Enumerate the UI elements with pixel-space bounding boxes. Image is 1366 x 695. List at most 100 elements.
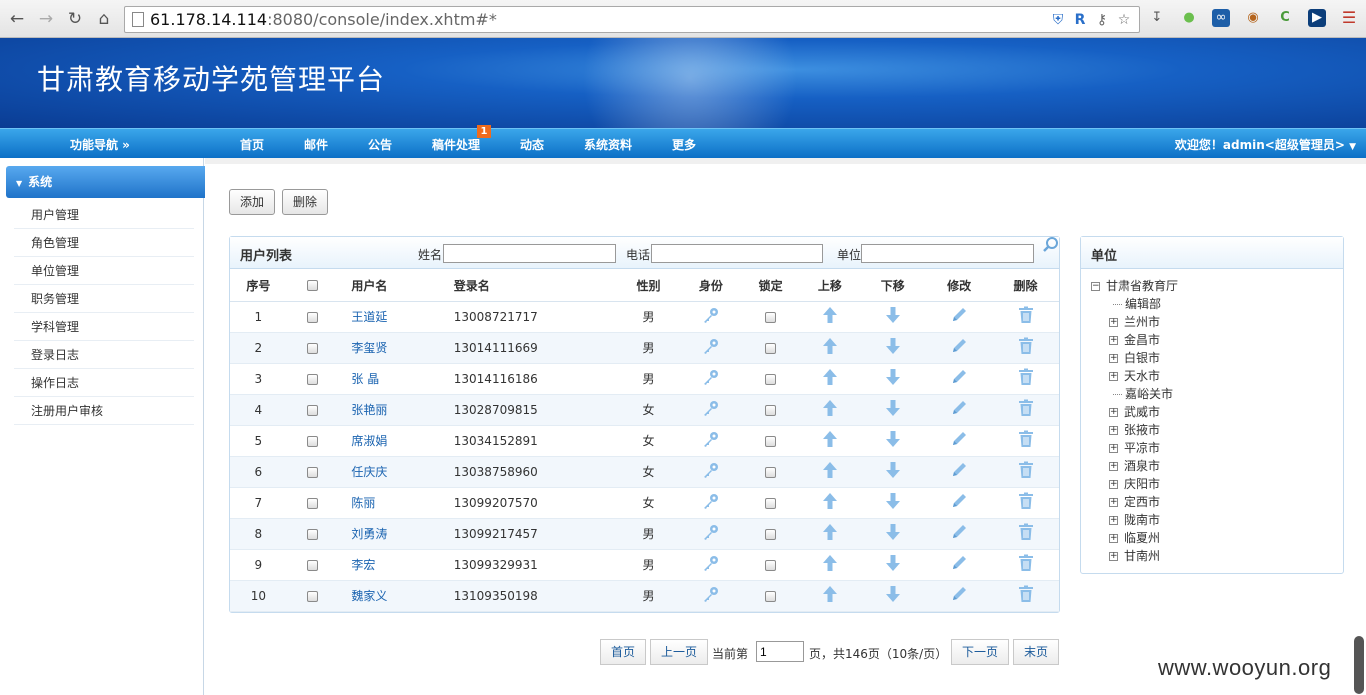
- arrow-up-icon[interactable]: [822, 337, 838, 358]
- lock-checkbox[interactable]: [765, 342, 777, 354]
- sidebar-item-positions[interactable]: 职务管理: [14, 285, 194, 313]
- arrow-up-icon[interactable]: [822, 306, 838, 327]
- first-page-button[interactable]: 首页: [600, 639, 647, 665]
- tree-node-root[interactable]: − 甘肃省教育厅: [1091, 277, 1178, 295]
- row-checkbox[interactable]: [306, 435, 318, 447]
- username-link[interactable]: 王道延: [351, 310, 387, 324]
- key-icon[interactable]: [702, 430, 720, 451]
- menu-mail[interactable]: 邮件: [304, 136, 328, 153]
- row-checkbox[interactable]: [306, 404, 318, 416]
- sidebar-section-system[interactable]: ▼ 系统: [6, 166, 206, 198]
- arrow-down-icon[interactable]: [885, 554, 901, 575]
- nav-toggle[interactable]: 功能导航 »: [70, 136, 130, 153]
- extension-blue-icon[interactable]: ∞: [1212, 9, 1230, 27]
- pencil-icon[interactable]: [950, 337, 968, 358]
- key-icon[interactable]: [702, 492, 720, 513]
- delete-button[interactable]: 删除: [282, 189, 329, 215]
- arrow-down-icon[interactable]: [885, 585, 901, 606]
- tree-node[interactable]: + 定西市: [1091, 493, 1178, 511]
- expand-icon[interactable]: +: [1109, 516, 1118, 525]
- arrow-down-icon[interactable]: [885, 461, 901, 482]
- shield-icon[interactable]: ⛨: [1049, 11, 1067, 29]
- lock-checkbox[interactable]: [765, 559, 777, 571]
- arrow-up-icon[interactable]: [822, 368, 838, 389]
- tree-node[interactable]: + 白银市: [1091, 349, 1178, 367]
- extension-c-icon[interactable]: C: [1276, 9, 1294, 27]
- trash-icon[interactable]: [1018, 368, 1034, 389]
- key-icon[interactable]: [702, 585, 720, 606]
- expand-icon[interactable]: +: [1109, 480, 1118, 489]
- scrollbar-thumb[interactable]: [1354, 636, 1364, 694]
- lock-checkbox[interactable]: [765, 497, 777, 509]
- username-link[interactable]: 李宏: [351, 558, 375, 572]
- row-checkbox[interactable]: [306, 590, 318, 602]
- pencil-icon[interactable]: [950, 461, 968, 482]
- arrow-down-icon[interactable]: [885, 306, 901, 327]
- expand-icon[interactable]: +: [1109, 534, 1118, 543]
- expand-icon[interactable]: +: [1109, 408, 1118, 417]
- sidebar-item-registration-review[interactable]: 注册用户审核: [14, 397, 194, 425]
- expand-icon[interactable]: +: [1109, 552, 1118, 561]
- tree-node[interactable]: + 平凉市: [1091, 439, 1178, 457]
- pencil-icon[interactable]: [950, 368, 968, 389]
- home-icon[interactable]: ⌂: [93, 8, 115, 30]
- key-icon[interactable]: [702, 306, 720, 327]
- arrow-up-icon[interactable]: [822, 399, 838, 420]
- key-icon[interactable]: [702, 368, 720, 389]
- row-checkbox[interactable]: [306, 559, 318, 571]
- expand-icon[interactable]: +: [1109, 498, 1118, 507]
- trash-icon[interactable]: [1018, 461, 1034, 482]
- lock-checkbox[interactable]: [765, 435, 777, 447]
- pencil-icon[interactable]: [950, 585, 968, 606]
- pencil-icon[interactable]: [950, 430, 968, 451]
- sidebar-item-units[interactable]: 单位管理: [14, 257, 194, 285]
- unit-filter-input[interactable]: [861, 244, 1034, 263]
- phone-filter-input[interactable]: [651, 244, 823, 263]
- row-checkbox[interactable]: [306, 528, 318, 540]
- select-all-checkbox[interactable]: [306, 280, 318, 292]
- expand-icon[interactable]: +: [1109, 426, 1118, 435]
- prev-page-button[interactable]: 上一页: [650, 639, 709, 665]
- key-icon[interactable]: [702, 523, 720, 544]
- collapse-icon[interactable]: −: [1091, 282, 1100, 291]
- username-link[interactable]: 李玺贤: [351, 341, 387, 355]
- lock-checkbox[interactable]: [765, 311, 777, 323]
- sidebar-item-operation-log[interactable]: 操作日志: [14, 369, 194, 397]
- arrow-up-icon[interactable]: [822, 523, 838, 544]
- row-checkbox[interactable]: [306, 311, 318, 323]
- menu-system-data[interactable]: 系统资料: [584, 136, 632, 153]
- arrow-down-icon[interactable]: [885, 430, 901, 451]
- key-icon[interactable]: [702, 337, 720, 358]
- menu-icon[interactable]: ☰: [1340, 9, 1358, 27]
- green-dot-icon[interactable]: ●: [1180, 9, 1198, 27]
- page-number-input[interactable]: [756, 641, 804, 662]
- expand-icon[interactable]: +: [1109, 336, 1118, 345]
- tree-node[interactable]: + 酒泉市: [1091, 457, 1178, 475]
- arrow-up-icon[interactable]: [822, 430, 838, 451]
- cookie-icon[interactable]: ◉: [1244, 9, 1262, 27]
- welcome-user[interactable]: 欢迎您！admin<超级管理员> ▼: [1175, 136, 1356, 153]
- username-link[interactable]: 席淑娟: [351, 434, 387, 448]
- sidebar-item-roles[interactable]: 角色管理: [14, 229, 194, 257]
- address-bar[interactable]: 61.178.14.114:8080/console/index.xhtm#* …: [124, 6, 1140, 33]
- username-link[interactable]: 张艳丽: [351, 403, 387, 417]
- expand-icon[interactable]: +: [1109, 318, 1118, 327]
- expand-icon[interactable]: +: [1109, 444, 1118, 453]
- last-page-button[interactable]: 末页: [1013, 639, 1060, 665]
- menu-more[interactable]: 更多: [672, 136, 696, 153]
- star-icon[interactable]: ☆: [1115, 11, 1133, 29]
- tree-node[interactable]: + 庆阳市: [1091, 475, 1178, 493]
- pencil-icon[interactable]: [950, 399, 968, 420]
- expand-icon[interactable]: +: [1109, 462, 1118, 471]
- lock-checkbox[interactable]: [765, 466, 777, 478]
- lock-checkbox[interactable]: [765, 373, 777, 385]
- trash-icon[interactable]: [1018, 337, 1034, 358]
- username-link[interactable]: 任庆庆: [351, 465, 387, 479]
- username-link[interactable]: 张 晶: [351, 372, 379, 386]
- trash-icon[interactable]: [1018, 492, 1034, 513]
- extension-r-icon[interactable]: R: [1071, 11, 1089, 29]
- trash-icon[interactable]: [1018, 306, 1034, 327]
- arrow-down-icon[interactable]: [885, 337, 901, 358]
- trash-icon[interactable]: [1018, 399, 1034, 420]
- tree-node[interactable]: + 武威市: [1091, 403, 1178, 421]
